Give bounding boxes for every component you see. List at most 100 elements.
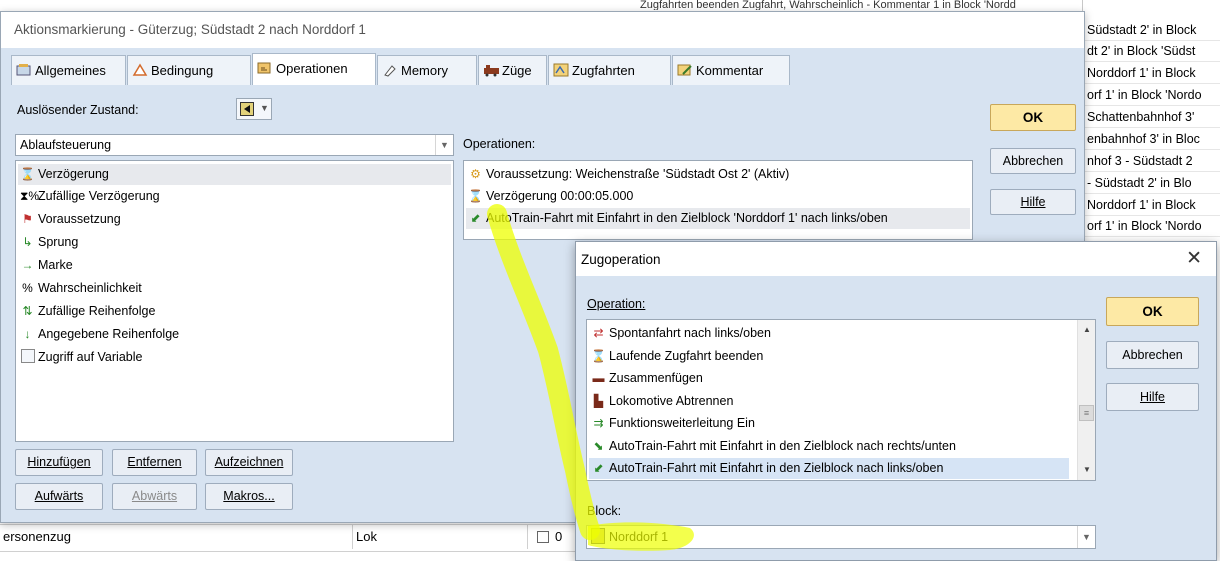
couple-icon: ▬ — [592, 371, 605, 385]
help-button[interactable]: Hilfe — [1106, 383, 1199, 411]
move-up-button[interactable]: Aufwärts — [15, 483, 103, 510]
train-operation-list[interactable]: ⇄ Spontanfahrt nach links/oben ⌛ Laufende … — [586, 319, 1096, 481]
random-order-icon: ⇅ — [22, 304, 33, 318]
decouple-icon: ▙ — [593, 394, 604, 408]
hourglass-icon: ⌛ — [20, 167, 35, 181]
background-list-row: - Südstadt 2' in Blo — [1083, 173, 1220, 194]
move-down-button[interactable]: Abwärts — [112, 483, 197, 510]
dialog-title: Aktionsmarkierung - Güterzug; Südstadt 2… — [14, 22, 366, 37]
scroll-down-icon[interactable]: ▼ — [1083, 465, 1091, 474]
condition-icon — [132, 58, 148, 76]
general-icon — [16, 58, 32, 76]
cancel-button[interactable]: Abbrechen — [1106, 341, 1199, 369]
background-list-row: Norddorf 1' in Block — [1083, 195, 1220, 216]
background-checkbox[interactable] — [537, 531, 549, 543]
tab-bedingung[interactable]: Bedingung — [127, 55, 251, 85]
list-item[interactable]: ⬊ AutoTrain-Fahrt mit Einfahrt in den Zie… — [589, 436, 955, 457]
autotrain-icon: ⬋ — [470, 211, 481, 225]
chevron-down-icon[interactable]: ▼ — [435, 135, 453, 155]
dialog-title: Zugoperation — [581, 252, 661, 267]
scroll-thumb[interactable]: ≡ — [1079, 405, 1094, 421]
dialog-titlebar: Aktionsmarkierung - Güterzug; Südstadt 2… — [1, 12, 1084, 48]
operations-list[interactable]: ⚙ Voraussetzung: Weichenstraße 'Südstadt … — [463, 160, 973, 240]
list-item[interactable]: ⚙ Voraussetzung: Weichenstraße 'Südstadt … — [466, 164, 789, 185]
tab-memory[interactable]: Memory — [377, 55, 477, 85]
memory-icon — [382, 58, 398, 77]
signal-icon — [591, 528, 605, 544]
list-item[interactable]: ⬋ AutoTrain-Fahrt mit Einfahrt in den Zie… — [589, 458, 1069, 479]
operations-icon — [257, 56, 273, 74]
block-label: Block: — [587, 504, 622, 518]
list-item[interactable]: Zugriff auf Variable — [18, 347, 142, 368]
list-item[interactable]: → Marke — [18, 255, 73, 276]
list-item[interactable]: ⌛ Laufende Zugfahrt beenden — [589, 346, 763, 367]
category-select[interactable]: Ablaufsteuerung ▼ — [15, 134, 454, 156]
list-item[interactable]: ▬ Zusammenfügen — [589, 368, 703, 389]
list-item[interactable]: ⌛ Verzögerung — [18, 164, 451, 185]
list-item[interactable]: ⬋ AutoTrain-Fahrt mit Einfahrt in den Zie… — [466, 208, 970, 229]
percent-icon: % — [22, 281, 33, 295]
help-button[interactable]: Hilfe — [990, 189, 1076, 215]
list-item[interactable]: ⌛ Verzögerung 00:00:05.000 — [466, 186, 633, 207]
add-button[interactable]: Hinzufügen — [15, 449, 103, 476]
background-list-row: orf 1' in Block 'Nordo — [1083, 85, 1220, 106]
background-cell-vehicle: Lok — [356, 529, 377, 544]
dialog-titlebar: Zugoperation ✕ — [576, 242, 1216, 276]
operation-label: Operation: — [587, 297, 646, 311]
list-item[interactable]: ⇅ Zufällige Reihenfolge — [18, 301, 155, 322]
background-list-row: orf 1' in Block 'Nordo — [1083, 216, 1220, 237]
spontaneous-ride-icon: ⇄ — [593, 326, 604, 340]
background-list-row: enbahnhof 3' in Bloc — [1083, 129, 1220, 150]
trigger-state-dropdown[interactable]: ▼ — [236, 98, 272, 120]
autotrain-icon: ⬋ — [593, 461, 604, 475]
list-item[interactable]: ⇉ Funktionsweiterleitung Ein — [589, 413, 754, 434]
list-item[interactable]: ⇄ Spontanfahrt nach links/oben — [589, 323, 770, 344]
macros-button[interactable]: Makros... — [205, 483, 293, 510]
list-item[interactable]: ↳ Sprung — [18, 232, 78, 253]
ok-button[interactable]: OK — [990, 104, 1076, 131]
list-item[interactable]: ⚑ Voraussetzung — [18, 209, 121, 230]
remove-button[interactable]: Entfernen — [112, 449, 197, 476]
background-cell-type: ersonenzug — [3, 529, 71, 544]
scroll-up-icon[interactable]: ▲ — [1083, 325, 1091, 334]
chevron-down-icon[interactable]: ▼ — [1077, 526, 1095, 548]
operations-label: Operationen: — [463, 137, 536, 151]
trigger-state-label: Auslösender Zustand: — [17, 103, 139, 117]
background-list-row: Norddorf 1' in Block — [1083, 63, 1220, 84]
tab-zugfahrten[interactable]: Zugfahrten — [548, 55, 671, 85]
train-operation-dialog: Zugoperation ✕ Operation: ⇄ Spontanfahrt … — [575, 241, 1217, 561]
chevron-down-icon: ▼ — [260, 103, 269, 113]
tab-operationen[interactable]: Operationen — [252, 53, 376, 85]
record-button[interactable]: Aufzeichnen — [205, 449, 293, 476]
tab-kommentar[interactable]: Kommentar — [672, 55, 790, 85]
list-item[interactable]: ▙ Lokomotive Abtrennen — [589, 391, 734, 412]
list-item[interactable]: ⧗%Zufällige Verzögerung — [18, 186, 160, 207]
block-select[interactable]: Norddorf 1 ▼ — [586, 525, 1096, 549]
stop-route-icon: ⌛ — [591, 349, 606, 363]
list-scrollbar[interactable]: ▲ ≡ ▼ — [1077, 320, 1095, 480]
list-item[interactable]: % Wahrscheinlichkeit — [18, 278, 142, 299]
ok-button[interactable]: OK — [1106, 297, 1199, 326]
random-delay-icon: ⧗% — [20, 189, 40, 203]
list-item[interactable]: ↓ Angegebene Reihenfolge — [18, 324, 180, 345]
cancel-button[interactable]: Abbrechen — [990, 148, 1076, 174]
given-order-icon: ↓ — [24, 327, 31, 341]
close-icon[interactable]: ✕ — [1186, 247, 1202, 270]
function-forward-icon: ⇉ — [593, 416, 604, 430]
hourglass-icon: ⌛ — [468, 189, 483, 203]
available-operations-list[interactable]: ⌛ Verzögerung ⧗%Zufällige Verzögerung ⚑ Vo… — [15, 160, 454, 442]
autotrain-icon: ⬊ — [593, 439, 604, 453]
background-table-row: ersonenzug Lok 0 — [0, 524, 575, 552]
background-list-row: Schattenbahnhof 3' — [1083, 107, 1220, 128]
train-routes-icon — [553, 58, 569, 77]
signal-state-icon — [240, 102, 254, 116]
variable-icon — [20, 347, 35, 368]
trains-icon — [483, 58, 499, 77]
comment-icon — [677, 58, 693, 76]
background-list-row: Südstadt 2' in Block — [1083, 20, 1220, 41]
mark-icon: → — [21, 258, 34, 272]
background-cell-value: 0 — [555, 529, 563, 544]
background-list-row: nhof 3 - Südstadt 2 — [1083, 151, 1220, 172]
tab-allgemeines[interactable]: Allgemeines — [11, 55, 126, 85]
tab-zuege[interactable]: Züge — [478, 55, 547, 85]
